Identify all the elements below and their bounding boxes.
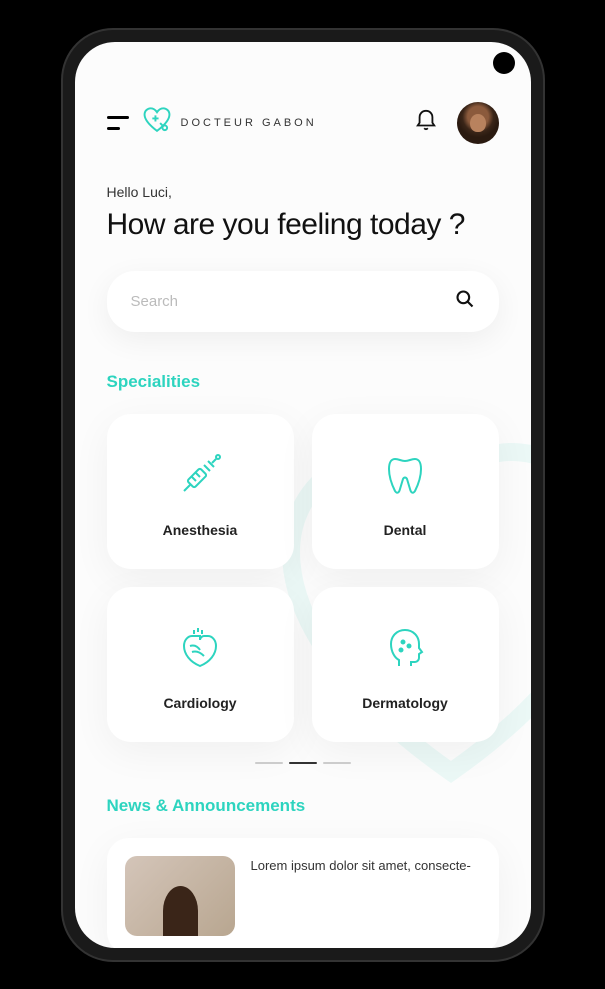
notifications-icon[interactable]: [415, 108, 437, 137]
heart-logo-icon: [141, 106, 173, 139]
news-excerpt: Lorem ipsum dolor sit amet, consecte-: [251, 856, 471, 936]
header-right: [415, 102, 499, 144]
speciality-card-anesthesia[interactable]: Anesthesia: [107, 414, 294, 569]
speciality-label: Anesthesia: [163, 522, 238, 538]
speciality-card-cardiology[interactable]: Cardiology: [107, 587, 294, 742]
phone-screen: DOCTEUR GABON Hello Luci, How are you fe…: [75, 42, 531, 948]
menu-icon[interactable]: [107, 116, 129, 130]
specialities-grid: Anesthesia Dental: [107, 414, 499, 742]
news-thumbnail: [125, 856, 235, 936]
main-question: How are you feeling today ?: [107, 206, 499, 244]
specialities-title: Specialities: [107, 372, 499, 392]
tooth-icon: [381, 451, 429, 504]
search-icon[interactable]: [455, 289, 475, 314]
speciality-label: Cardiology: [163, 695, 236, 711]
phone-frame: DOCTEUR GABON Hello Luci, How are you fe…: [63, 30, 543, 960]
page-dot-active[interactable]: [289, 762, 317, 764]
news-card[interactable]: Lorem ipsum dolor sit amet, consecte-: [107, 838, 499, 948]
speciality-label: Dermatology: [362, 695, 448, 711]
camera-hole: [493, 52, 515, 74]
syringe-icon: [176, 451, 224, 504]
speciality-card-dermatology[interactable]: Dermatology: [312, 587, 499, 742]
app-header: DOCTEUR GABON: [107, 102, 499, 144]
header-left: DOCTEUR GABON: [107, 106, 317, 139]
heart-organ-icon: [176, 624, 224, 677]
brand-logo[interactable]: DOCTEUR GABON: [141, 106, 317, 139]
search-bar[interactable]: [107, 271, 499, 332]
news-title: News & Announcements: [107, 796, 499, 816]
search-input[interactable]: [131, 293, 455, 310]
greeting-text: Hello Luci,: [107, 184, 499, 200]
pagination-dots[interactable]: [107, 762, 499, 764]
speciality-label: Dental: [384, 522, 427, 538]
speciality-card-dental[interactable]: Dental: [312, 414, 499, 569]
page-dot[interactable]: [255, 762, 283, 764]
brand-name: DOCTEUR GABON: [181, 117, 317, 129]
user-avatar[interactable]: [457, 102, 499, 144]
page-dot[interactable]: [323, 762, 351, 764]
head-profile-icon: [381, 624, 429, 677]
